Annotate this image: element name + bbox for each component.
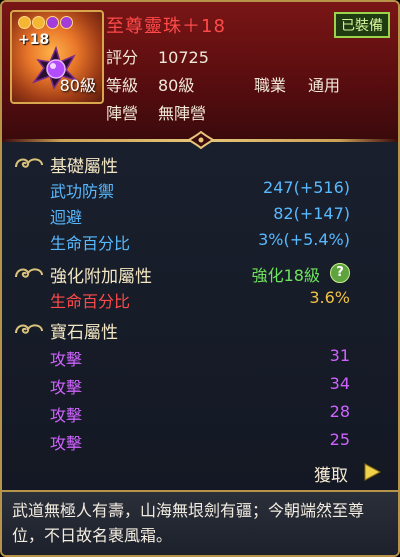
base-attrs-title: 基礎屬性	[50, 157, 118, 177]
attr-name: 攻擊	[50, 378, 83, 397]
level-label: 等級	[106, 76, 139, 95]
cloud-swirl-icon	[15, 158, 43, 168]
attr-value: 3.6%	[309, 288, 350, 307]
score-value: 10725	[158, 48, 209, 67]
obtain-button[interactable]: 獲取	[314, 461, 348, 486]
ornament-icon	[188, 130, 214, 150]
attr-value: 247(+516)	[263, 178, 350, 197]
gem-row: 攻擊 34	[50, 374, 350, 397]
score-label: 評分	[106, 48, 139, 67]
item-tooltip-panel: +18 80級 至尊靈珠＋18 已裝備 評分 10725 等級 80級 職業 通用 …	[0, 0, 400, 557]
gem-row: 攻擊 28	[50, 402, 350, 425]
attr-name: 生命百分比	[50, 234, 131, 253]
item-icon[interactable]: +18 80級	[10, 10, 104, 104]
enhance-level: 強化18級	[251, 266, 320, 285]
faction-value: 無陣營	[158, 104, 207, 123]
gem-slot-icon	[32, 16, 45, 29]
attr-value: 3%(+5.4%)	[258, 230, 350, 249]
gem-slot-icon	[18, 16, 31, 29]
equipped-badge: 已裝備	[334, 12, 390, 38]
attr-value: 82(+147)	[273, 204, 350, 223]
gem-attrs-title: 寶石屬性	[50, 323, 118, 343]
class-value: 通用	[308, 76, 341, 95]
level-row: 等級 80級 職業 通用	[106, 72, 396, 96]
attr-value: 34	[329, 374, 350, 393]
attr-row: 迴避 82(+147)	[50, 204, 350, 227]
attr-value: 31	[329, 346, 350, 365]
class-label: 職業	[254, 76, 287, 95]
faction-row: 陣營 無陣營	[106, 100, 206, 124]
description-text: 武道無極人有壽，山海無垠劍有疆；今朝端然至尊位，不日故名裹風霜。	[12, 501, 365, 545]
gem-slot-icon	[60, 16, 73, 29]
play-arrow-icon[interactable]	[362, 462, 382, 482]
faction-label: 陣營	[106, 104, 139, 123]
gem-row: 攻擊 31	[50, 346, 350, 369]
attr-value: 28	[329, 402, 350, 421]
attr-row: 生命百分比 3%(+5.4%)	[50, 230, 350, 253]
gem-slot-icon	[46, 16, 59, 29]
enhance-attrs-title: 強化附加屬性	[50, 267, 152, 287]
gem-row: 攻擊 25	[50, 430, 350, 453]
cloud-swirl-icon	[15, 268, 43, 278]
score-row: 評分 10725	[106, 44, 209, 68]
attr-row: 武功防禦 247(+516)	[50, 178, 350, 201]
item-name: 至尊靈珠＋18	[106, 16, 226, 37]
attr-name: 攻擊	[50, 406, 83, 425]
help-icon[interactable]: ?	[330, 263, 350, 283]
level-tag: 80級	[59, 76, 96, 95]
description-box: 武道無極人有壽，山海無垠劍有疆；今朝端然至尊位，不日故名裹風霜。	[2, 490, 398, 555]
attr-name: 攻擊	[50, 350, 83, 369]
enhance-attrs-header: 強化附加屬性 強化18級 ?	[14, 262, 350, 287]
attr-name: 武功防禦	[50, 182, 115, 201]
attr-name: 迴避	[50, 208, 83, 227]
item-header: +18 80級 至尊靈珠＋18 已裝備 評分 10725 等級 80級 職業 通用 …	[2, 2, 398, 142]
attr-value: 25	[329, 430, 350, 449]
attr-name: 攻擊	[50, 434, 83, 453]
attr-name: 生命百分比	[50, 292, 131, 311]
attr-row: 生命百分比 3.6%	[50, 288, 350, 311]
level-value: 80級	[158, 76, 195, 95]
cloud-swirl-icon	[15, 324, 43, 334]
